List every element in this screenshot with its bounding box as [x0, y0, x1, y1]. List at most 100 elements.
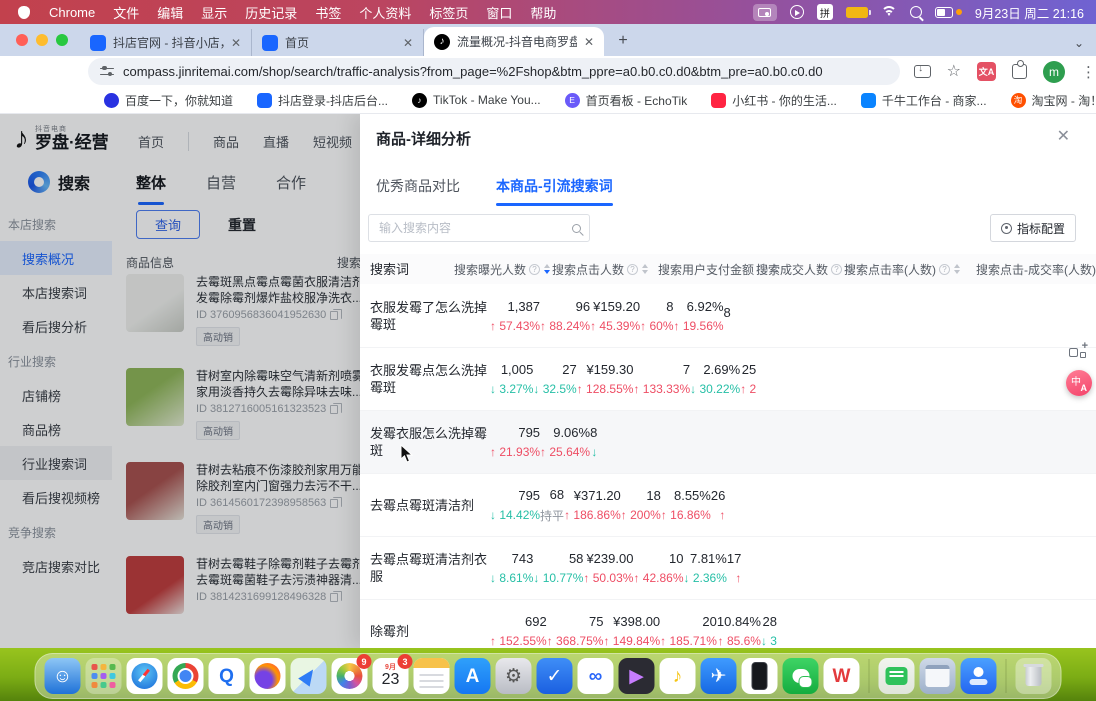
- menubar-item[interactable]: 显示: [192, 3, 236, 22]
- dock-app-icon[interactable]: ☺: [45, 658, 81, 694]
- address-bar[interactable]: compass.jinritemai.com/shop/search/traff…: [88, 58, 900, 85]
- dock-app-icon[interactable]: [742, 658, 778, 694]
- screenshot-extension-icon[interactable]: +: [1068, 342, 1088, 362]
- modal-tab[interactable]: 本商品-引流搜索词: [496, 176, 613, 196]
- browser-tab[interactable]: ♪ 流量概况-抖音电商罗盘 ✕: [424, 27, 604, 56]
- dock-app-icon[interactable]: [783, 658, 819, 694]
- tab-favicon: ♪: [434, 34, 450, 50]
- install-app-icon[interactable]: [914, 65, 931, 78]
- dock-app-icon[interactable]: W: [824, 658, 860, 694]
- dock-app-icon[interactable]: [920, 658, 956, 694]
- dock-app-icon[interactable]: A: [455, 658, 491, 694]
- browser-tab[interactable]: 首页 ✕: [252, 29, 424, 56]
- bookmark-item[interactable]: 抖店登录-抖店后台...: [257, 92, 388, 109]
- search-magnifier-icon[interactable]: [572, 224, 581, 233]
- battery-icon[interactable]: [846, 7, 868, 18]
- keyword-search-input[interactable]: [377, 220, 572, 236]
- menubar-item[interactable]: 编辑: [148, 3, 192, 22]
- profile-avatar[interactable]: m: [1043, 61, 1065, 83]
- dock-separator: [869, 659, 870, 693]
- dock-app-icon[interactable]: ∞: [578, 658, 614, 694]
- translate-float-button[interactable]: 中 A: [1066, 370, 1092, 396]
- help-icon[interactable]: ?: [627, 264, 638, 275]
- metric-value: 795: [518, 425, 540, 440]
- dock-app-icon[interactable]: [86, 658, 122, 694]
- modal-title: 商品-详细分析: [376, 128, 471, 149]
- dock-app-icon[interactable]: [250, 658, 286, 694]
- modal-close-icon[interactable]: ✕: [1057, 126, 1070, 146]
- record-icon[interactable]: [790, 5, 804, 19]
- bookmark-label: 首页看板 - EchoTik: [586, 92, 688, 109]
- bookmark-favicon: [257, 93, 272, 108]
- spotlight-search-icon[interactable]: [910, 6, 922, 18]
- metric-value: 8: [590, 425, 597, 440]
- table-row[interactable]: 除霉剂 692 ↑ 152.55% 75 ↑ 368.75%: [360, 599, 1096, 648]
- dock-app-icon[interactable]: ▶: [619, 658, 655, 694]
- menubar-item[interactable]: 个人资料: [350, 3, 420, 22]
- modal-overlay: [0, 114, 362, 648]
- menubar-item[interactable]: Chrome: [40, 5, 104, 20]
- dock-app-icon[interactable]: ✈: [701, 658, 737, 694]
- dock-app-icon[interactable]: [879, 658, 915, 694]
- dock-app-icon[interactable]: [961, 658, 997, 694]
- tab-close-icon[interactable]: ✕: [584, 35, 594, 49]
- dock-app-icon[interactable]: [127, 658, 163, 694]
- menubar-item[interactable]: 文件: [104, 3, 148, 22]
- menubar-datetime[interactable]: 9月23日 周二 21:16: [975, 3, 1084, 22]
- table-row[interactable]: 去霉点霉斑清洁剂 795 ↓ 14.42% 68 持平: [360, 473, 1096, 536]
- apple-icon[interactable]: [18, 6, 30, 19]
- close-window-button[interactable]: [16, 34, 28, 46]
- menubar-item[interactable]: 帮助: [521, 3, 565, 22]
- bookmark-item[interactable]: ♪ TikTok - Make You...: [412, 93, 541, 108]
- dock-app-icon[interactable]: ♪: [660, 658, 696, 694]
- tab-close-icon[interactable]: ✕: [231, 36, 241, 50]
- dock-app-icon[interactable]: [291, 658, 327, 694]
- dock-app-icon[interactable]: Q: [209, 658, 245, 694]
- extensions-puzzle-icon[interactable]: [1012, 64, 1027, 79]
- bookmark-star-icon[interactable]: ☆: [947, 64, 961, 80]
- bookmark-item[interactable]: 百度一下，你就知道: [104, 92, 233, 109]
- metric-config-button[interactable]: 指标配置: [990, 214, 1076, 242]
- dock-app-icon[interactable]: 9: [332, 658, 368, 694]
- table-row[interactable]: 发霉衣服怎么洗掉霉斑 795 ↑ 21.93%: [360, 410, 1096, 473]
- menubar-item[interactable]: 书签: [306, 3, 350, 22]
- input-method-icon[interactable]: 拼: [817, 4, 833, 20]
- modal-tab[interactable]: 优秀商品对比: [376, 176, 460, 196]
- dock-app-icon[interactable]: [168, 658, 204, 694]
- table-row[interactable]: 衣服发霉点怎么洗掉霉斑 1,005 ↓ 3.27% 27 ↓ 32.5%: [360, 347, 1096, 410]
- new-tab-button[interactable]: +: [610, 28, 636, 54]
- menubar-item[interactable]: 窗口: [477, 3, 521, 22]
- dock-app-icon[interactable]: ⚙: [496, 658, 532, 694]
- screen-share-icon[interactable]: [753, 4, 777, 21]
- translate-extension-icon[interactable]: 文A: [977, 62, 996, 81]
- dock-app-icon[interactable]: 9月 23 3: [373, 658, 409, 694]
- wifi-icon[interactable]: [881, 6, 897, 18]
- table-row[interactable]: 去霉点霉斑清洁剂衣服 743 ↓ 8.61% 58 ↓ 10.77%: [360, 536, 1096, 599]
- bookmark-item[interactable]: E 首页看板 - EchoTik: [565, 92, 688, 109]
- browser-tab[interactable]: 抖店官网 - 抖音小店，抖音电... ✕: [80, 29, 252, 56]
- site-controls-icon[interactable]: [100, 66, 114, 78]
- browser-menu-icon[interactable]: ⋮: [1081, 63, 1096, 81]
- help-icon[interactable]: ?: [831, 264, 842, 275]
- metric-value: 20: [702, 614, 716, 629]
- bookmark-item[interactable]: 千牛工作台 - 商家...: [861, 92, 987, 109]
- metric-delta: ↑: [735, 571, 741, 585]
- trash-icon[interactable]: [1016, 658, 1052, 694]
- menubar-item[interactable]: 历史记录: [236, 3, 306, 22]
- help-icon[interactable]: ?: [529, 264, 540, 275]
- dock-app-icon[interactable]: [414, 658, 450, 694]
- dock-app-icon[interactable]: ✓: [537, 658, 573, 694]
- tab-list-chevron-icon[interactable]: ⌄: [1074, 36, 1096, 50]
- bookmark-item[interactable]: 淘 淘宝网 - 淘！我喜欢: [1011, 92, 1096, 109]
- bookmark-favicon: [711, 93, 726, 108]
- table-row[interactable]: 衣服发霉了怎么洗掉霉斑 1,387 ↑ 57.43% 96 ↑ 88.24%: [360, 284, 1096, 347]
- minimize-window-button[interactable]: [36, 34, 48, 46]
- bookmark-item[interactable]: 小红书 - 你的生活...: [711, 92, 837, 109]
- keyword-search-box[interactable]: [368, 214, 590, 242]
- tab-close-icon[interactable]: ✕: [403, 36, 413, 50]
- zoom-window-button[interactable]: [56, 34, 68, 46]
- help-icon[interactable]: ?: [939, 264, 950, 275]
- menubar-item[interactable]: 标签页: [420, 3, 477, 22]
- url-text[interactable]: compass.jinritemai.com/shop/search/traff…: [123, 64, 823, 79]
- control-center-icon[interactable]: [935, 7, 962, 18]
